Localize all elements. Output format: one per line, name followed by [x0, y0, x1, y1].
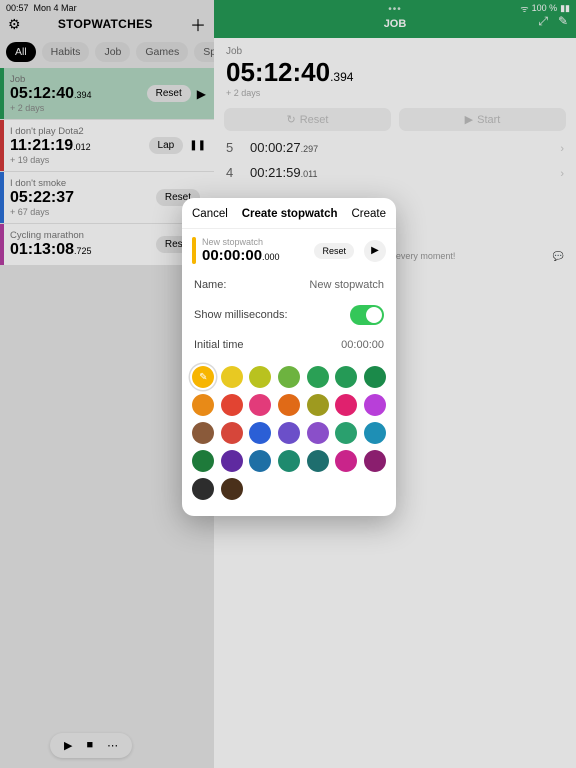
color-swatch[interactable]: [364, 450, 386, 472]
color-swatch[interactable]: [221, 478, 243, 500]
color-swatch[interactable]: [192, 478, 214, 500]
color-swatch[interactable]: [364, 394, 386, 416]
color-swatch[interactable]: [364, 422, 386, 444]
modal-title: Create stopwatch: [242, 208, 338, 220]
milliseconds-row: Show milliseconds:: [182, 298, 396, 332]
color-swatch[interactable]: [335, 394, 357, 416]
milliseconds-toggle[interactable]: [350, 305, 384, 325]
color-swatch[interactable]: [307, 366, 329, 388]
initial-time-row[interactable]: Initial time00:00:00: [182, 332, 396, 358]
color-swatch[interactable]: [307, 450, 329, 472]
preview-reset-button[interactable]: Reset: [314, 243, 354, 259]
color-swatch[interactable]: [307, 422, 329, 444]
color-swatch[interactable]: [192, 422, 214, 444]
color-swatch[interactable]: [221, 422, 243, 444]
preview-label: New stopwatch: [202, 237, 308, 247]
color-swatch[interactable]: [249, 450, 271, 472]
preview-color-bar: [192, 237, 196, 264]
color-swatch[interactable]: [221, 366, 243, 388]
create-button[interactable]: Create: [351, 208, 386, 220]
color-swatch[interactable]: [335, 422, 357, 444]
color-grid: [182, 358, 396, 516]
color-swatch[interactable]: [278, 422, 300, 444]
preview-play-button[interactable]: ▶: [364, 240, 386, 262]
create-stopwatch-modal: Cancel Create stopwatch Create New stopw…: [182, 198, 396, 516]
preview-time: 00:00:00.000: [202, 247, 308, 264]
color-swatch[interactable]: [249, 366, 271, 388]
color-swatch[interactable]: [278, 366, 300, 388]
color-swatch[interactable]: [192, 450, 214, 472]
color-swatch[interactable]: [278, 394, 300, 416]
cancel-button[interactable]: Cancel: [192, 208, 228, 220]
color-swatch[interactable]: [278, 450, 300, 472]
color-swatch[interactable]: [221, 450, 243, 472]
color-swatch[interactable]: [249, 422, 271, 444]
color-swatch[interactable]: [335, 450, 357, 472]
color-swatch[interactable]: [192, 394, 214, 416]
color-swatch[interactable]: [335, 366, 357, 388]
color-swatch[interactable]: [221, 394, 243, 416]
color-swatch[interactable]: [364, 366, 386, 388]
color-swatch[interactable]: [192, 366, 214, 388]
color-swatch[interactable]: [307, 394, 329, 416]
name-row[interactable]: Name:New stopwatch: [182, 272, 396, 298]
color-swatch[interactable]: [249, 394, 271, 416]
